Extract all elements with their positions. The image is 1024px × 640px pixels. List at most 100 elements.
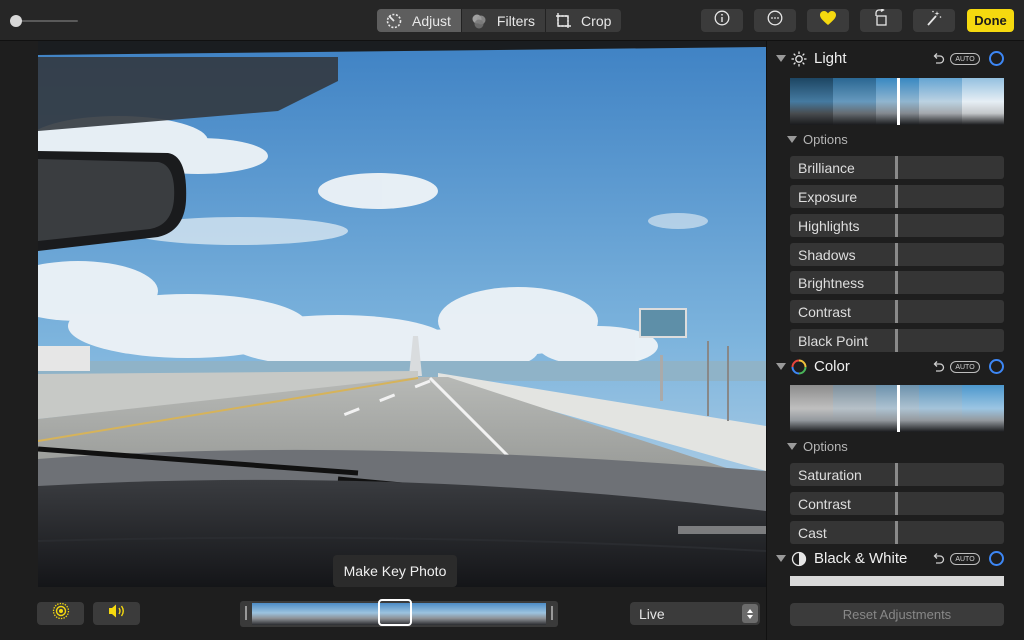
slider-marker[interactable]	[895, 521, 898, 544]
black-white-section-header[interactable]: Black & White AUTO	[767, 548, 1024, 570]
preview-frame-thumbnail	[962, 78, 1004, 125]
black-white-undo-icon[interactable]	[930, 551, 946, 567]
info-button[interactable]	[701, 9, 743, 32]
favorite-button[interactable]	[807, 9, 849, 32]
select-stepper-icon	[742, 604, 758, 623]
key-photo-frame[interactable]	[378, 599, 412, 626]
done-button[interactable]: Done	[967, 9, 1014, 32]
black-white-auto-button[interactable]: AUTO	[950, 553, 980, 565]
color-contrast-slider[interactable]: Contrast	[790, 492, 1004, 515]
speaker-icon	[107, 603, 127, 624]
make-key-photo-tooltip: Make Key Photo	[333, 555, 457, 593]
photo-canvas[interactable]	[38, 41, 766, 587]
black-point-slider[interactable]: Black Point	[790, 329, 1004, 352]
tab-adjust-label: Adjust	[412, 12, 451, 29]
scrubber-frame-thumbnail	[318, 603, 351, 625]
slider-marker[interactable]	[895, 329, 898, 352]
light-contrast-slider[interactable]: Contrast	[790, 300, 1004, 323]
exposure-slider[interactable]: Exposure	[790, 185, 1004, 208]
magic-wand-icon	[925, 9, 943, 32]
preview-position-marker[interactable]	[897, 78, 900, 125]
slider-marker[interactable]	[895, 243, 898, 266]
zoom-slider-knob[interactable]	[10, 15, 22, 27]
brightness-label: Brightness	[798, 275, 865, 291]
tab-filters[interactable]: Filters	[462, 9, 547, 32]
tab-filters-label: Filters	[496, 12, 536, 29]
color-collapse-icon[interactable]	[776, 363, 786, 370]
preview-frame-thumbnail	[919, 78, 963, 125]
saturation-slider[interactable]: Saturation	[790, 463, 1004, 486]
cast-slider[interactable]: Cast	[790, 521, 1004, 544]
scrubber-frame-thumbnail	[516, 603, 546, 625]
live-photo-icon	[52, 602, 70, 625]
color-preview-strip[interactable]	[790, 385, 1004, 432]
light-contrast-label: Contrast	[798, 304, 851, 320]
scrubber-frame-thumbnail	[252, 603, 285, 625]
light-undo-icon[interactable]	[930, 51, 946, 67]
live-effect-select[interactable]: Live	[630, 602, 760, 625]
highlights-slider[interactable]: Highlights	[790, 214, 1004, 237]
slider-marker[interactable]	[895, 463, 898, 486]
light-preview-strip[interactable]	[790, 78, 1004, 125]
cast-label: Cast	[798, 525, 827, 541]
slider-marker[interactable]	[895, 185, 898, 208]
scrubber-frame-thumbnail	[483, 603, 516, 625]
black-white-section-title: Black & White	[814, 550, 908, 567]
light-collapse-icon[interactable]	[776, 55, 786, 62]
preview-frame-thumbnail	[833, 385, 877, 432]
slider-marker[interactable]	[895, 271, 898, 294]
highlights-label: Highlights	[798, 218, 860, 234]
saturation-label: Saturation	[798, 467, 862, 483]
color-options-collapse-icon[interactable]	[787, 443, 797, 450]
color-auto-button[interactable]: AUTO	[950, 361, 980, 373]
preview-position-marker[interactable]	[897, 385, 900, 432]
black-white-enable-toggle[interactable]	[989, 551, 1004, 566]
enhance-button[interactable]	[913, 9, 955, 32]
scrubber-frame-thumbnail	[450, 603, 483, 625]
slider-marker[interactable]	[895, 300, 898, 323]
tab-crop-label: Crop	[581, 12, 612, 29]
color-undo-icon[interactable]	[930, 359, 946, 375]
color-enable-toggle[interactable]	[989, 359, 1004, 374]
color-options-header[interactable]: Options	[767, 438, 1024, 456]
more-options-button[interactable]	[754, 9, 796, 32]
light-options-label: Options	[803, 132, 848, 147]
sun-icon	[791, 51, 807, 67]
scrubber-left-handle[interactable]	[245, 606, 247, 620]
tab-adjust[interactable]: Adjust	[377, 9, 462, 32]
brilliance-slider[interactable]: Brilliance	[790, 156, 1004, 179]
reset-adjustments-button[interactable]: Reset Adjustments	[790, 603, 1004, 626]
color-section-header[interactable]: Color AUTO	[767, 356, 1024, 378]
info-icon	[714, 10, 730, 31]
adjustments-panel: Light AUTO Options Brilliance Exposure H…	[766, 41, 1024, 640]
zoom-slider[interactable]	[10, 14, 78, 28]
black-white-collapse-icon[interactable]	[776, 555, 786, 562]
live-select-value: Live	[639, 605, 665, 622]
adjust-dial-icon	[385, 12, 403, 30]
brightness-slider[interactable]: Brightness	[790, 271, 1004, 294]
more-ellipsis-icon	[767, 10, 783, 31]
color-contrast-label: Contrast	[798, 496, 851, 512]
live-toggle-button[interactable]	[37, 602, 84, 625]
slider-marker[interactable]	[895, 156, 898, 179]
color-wheel-icon	[791, 359, 807, 375]
shadows-slider[interactable]: Shadows	[790, 243, 1004, 266]
slider-marker[interactable]	[895, 214, 898, 237]
preview-frame-thumbnail	[833, 78, 877, 125]
light-enable-toggle[interactable]	[989, 51, 1004, 66]
light-auto-button[interactable]: AUTO	[950, 53, 980, 65]
rotate-icon	[872, 7, 890, 32]
slider-marker[interactable]	[895, 492, 898, 515]
light-options-header[interactable]: Options	[767, 131, 1024, 149]
favorite-heart-icon	[819, 10, 837, 31]
black-point-label: Black Point	[798, 333, 869, 349]
tab-crop[interactable]: Crop	[546, 9, 621, 32]
scrubber-right-handle[interactable]	[551, 606, 553, 620]
light-options-collapse-icon[interactable]	[787, 136, 797, 143]
sound-toggle-button[interactable]	[93, 602, 140, 625]
shadows-label: Shadows	[798, 247, 856, 263]
filters-circles-icon	[470, 12, 488, 30]
black-white-preview-strip[interactable]	[790, 576, 1004, 586]
rotate-button[interactable]	[860, 7, 902, 32]
light-section-header[interactable]: Light AUTO	[767, 48, 1024, 70]
